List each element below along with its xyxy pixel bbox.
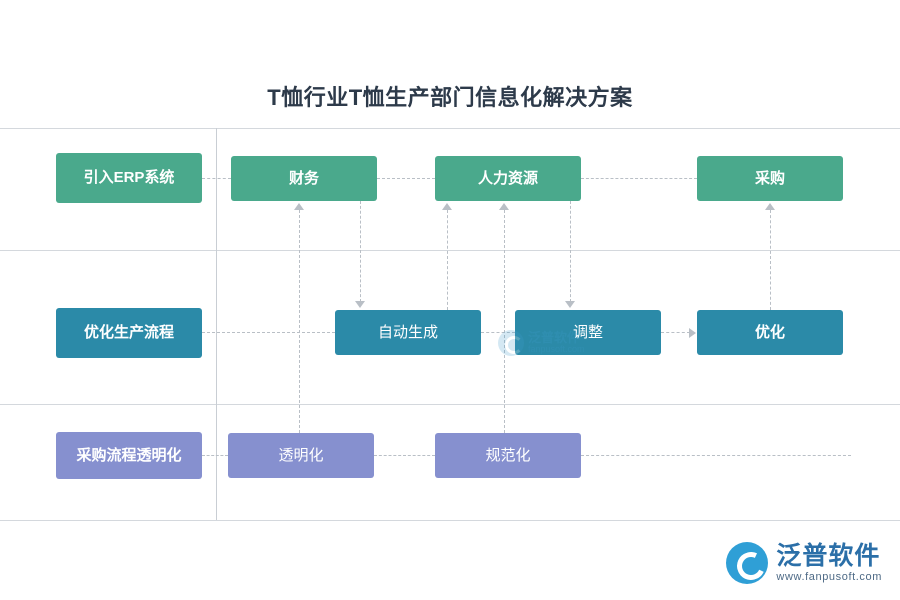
divider-lower bbox=[0, 404, 900, 405]
brand-name: 泛普软件 bbox=[776, 541, 881, 570]
connector-hr-to-purchase bbox=[581, 178, 697, 179]
row-label-optimize-production[interactable]: 优化生产流程 bbox=[56, 308, 202, 358]
connector-adjust-to-optimize bbox=[661, 332, 690, 333]
connector-finance-to-hr bbox=[377, 178, 435, 179]
arrow-optimize-to-purchase bbox=[765, 203, 775, 210]
page-title: T恤行业T恤生产部门信息化解决方案 bbox=[267, 85, 633, 110]
arrow-hr-to-adjust bbox=[565, 301, 575, 308]
connector-standardize-to-hr bbox=[504, 210, 505, 433]
node-finance[interactable]: 财务 bbox=[231, 156, 377, 201]
brand-logo: 泛普软件 www.fanpusoft.com bbox=[726, 542, 882, 584]
node-auto-generate[interactable]: 自动生成 bbox=[335, 310, 481, 355]
node-adjust[interactable]: 调整 bbox=[515, 310, 661, 355]
connector-standardize-right bbox=[581, 455, 851, 456]
divider-vertical bbox=[216, 128, 217, 520]
connector-row3-label-to-transparent bbox=[202, 455, 228, 456]
node-purchase[interactable]: 采购 bbox=[697, 156, 843, 201]
divider-middle bbox=[0, 250, 900, 251]
brand-url: www.fanpusoft.com bbox=[776, 571, 882, 584]
arrow-finance-to-auto bbox=[355, 301, 365, 308]
node-optimize[interactable]: 优化 bbox=[697, 310, 843, 355]
arrow-transparent-to-finance bbox=[294, 203, 304, 210]
connector-row1-label-to-finance bbox=[202, 178, 231, 179]
connector-optimize-to-purchase bbox=[770, 210, 771, 310]
divider-top bbox=[0, 128, 900, 129]
connector-finance-to-auto bbox=[360, 201, 361, 302]
arrow-adjust-to-optimize bbox=[689, 328, 696, 338]
connector-hr-to-adjust bbox=[570, 201, 571, 302]
arrow-lower-to-hr bbox=[442, 203, 452, 210]
node-transparent[interactable]: 透明化 bbox=[228, 433, 374, 478]
connector-transparent-to-standardize bbox=[374, 455, 435, 456]
node-hr[interactable]: 人力资源 bbox=[435, 156, 581, 201]
connector-auto-to-adjust bbox=[481, 332, 515, 333]
brand-logo-icon bbox=[726, 542, 769, 584]
diagram-canvas: T恤行业T恤生产部门信息化解决方案 引入ERP系统 财务 人力资源 采购 优化生… bbox=[0, 0, 900, 600]
row-label-purchase-transparency[interactable]: 采购流程透明化 bbox=[56, 432, 202, 479]
row-label-erp[interactable]: 引入ERP系统 bbox=[56, 153, 202, 203]
connector-lower-to-hr bbox=[447, 210, 448, 310]
node-standardize[interactable]: 规范化 bbox=[435, 433, 581, 478]
connector-row2-label-to-auto bbox=[202, 332, 335, 333]
arrow-standardize-to-hr bbox=[499, 203, 509, 210]
divider-bottom bbox=[0, 520, 900, 521]
connector-transparent-to-finance bbox=[299, 210, 300, 433]
